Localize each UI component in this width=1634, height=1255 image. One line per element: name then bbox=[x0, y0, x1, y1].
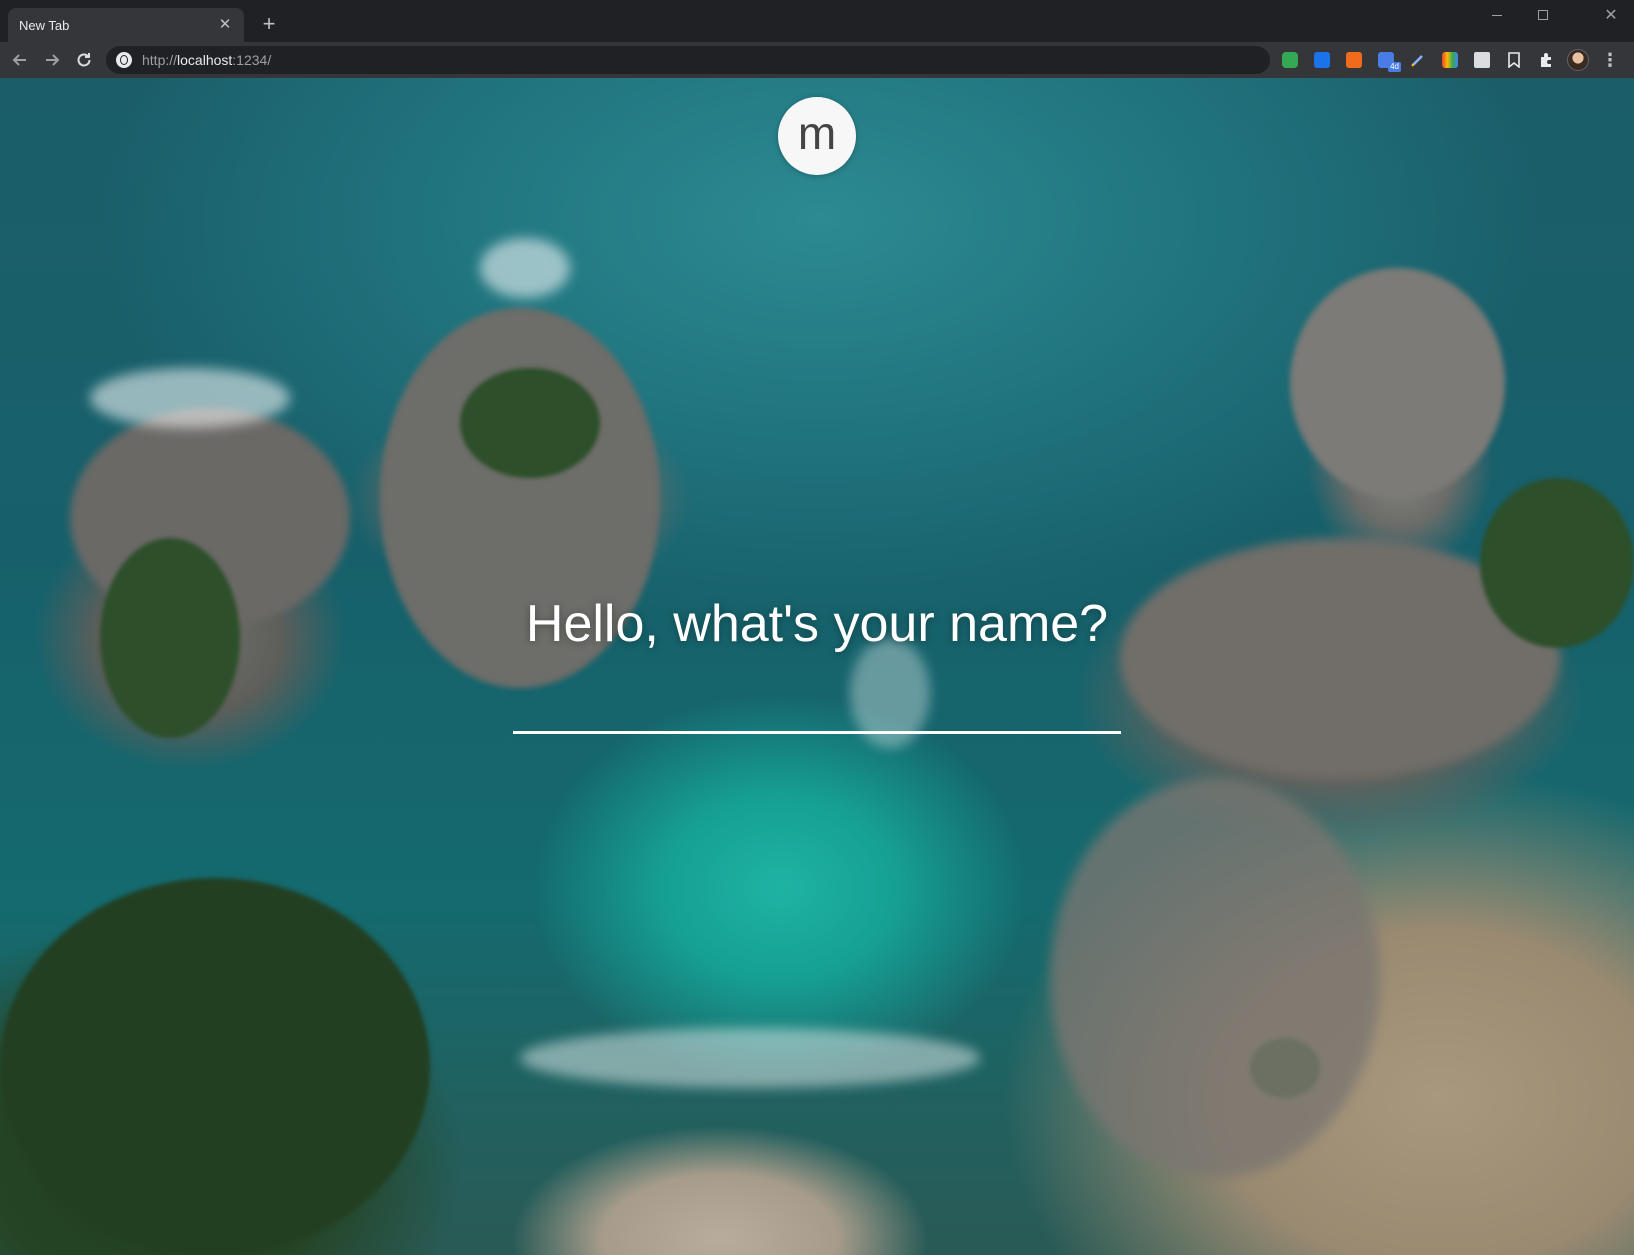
forest bbox=[0, 878, 430, 1255]
avatar bbox=[1567, 49, 1589, 71]
extensions-area: 4d ⋮ bbox=[1278, 47, 1622, 73]
boulder-beach bbox=[1050, 778, 1380, 1178]
sea-stack-rock bbox=[1290, 268, 1505, 498]
blue-window-extension-icon[interactable] bbox=[1310, 48, 1334, 72]
calendar-extension-icon[interactable]: 4d bbox=[1374, 48, 1401, 72]
tab-new-tab[interactable]: New Tab ✕ bbox=[8, 8, 244, 42]
foam bbox=[90, 368, 290, 428]
orange-grid-extension-icon[interactable] bbox=[1342, 48, 1366, 72]
new-tab-button[interactable]: + bbox=[256, 12, 282, 38]
name-input[interactable] bbox=[513, 678, 1121, 734]
shoreline-foam bbox=[520, 1028, 980, 1088]
cliff-shrub bbox=[460, 368, 600, 478]
browser-toolbar: http://localhost:1234/ 4d ⋮ bbox=[0, 42, 1634, 78]
bookmark-icon[interactable] bbox=[1502, 48, 1526, 72]
forward-arrow-icon bbox=[46, 54, 60, 66]
calendar-badge: 4d bbox=[1388, 62, 1401, 72]
back-arrow-icon bbox=[12, 54, 26, 66]
foam bbox=[480, 238, 570, 298]
extensions-puzzle-icon[interactable] bbox=[1534, 48, 1558, 72]
forward-button[interactable] bbox=[40, 48, 64, 72]
close-tab-icon[interactable]: ✕ bbox=[216, 16, 234, 34]
greeting-prompt: Hello, what's your name? bbox=[525, 595, 1109, 653]
app-logo: m bbox=[778, 97, 856, 175]
maximize-icon bbox=[1538, 10, 1548, 20]
url-text: http://localhost:1234/ bbox=[142, 52, 271, 68]
page-viewport: m Hello, what's your name? bbox=[0, 78, 1634, 1255]
more-vert-icon: ⋮ bbox=[1601, 50, 1619, 70]
green-extension-icon[interactable] bbox=[1278, 48, 1302, 72]
mail-extension-icon[interactable] bbox=[1470, 48, 1494, 72]
pen-extension-icon[interactable] bbox=[1406, 48, 1430, 72]
close-icon: ✕ bbox=[1604, 7, 1618, 24]
tab-title: New Tab bbox=[19, 17, 70, 33]
reload-icon bbox=[77, 53, 91, 67]
profile-avatar[interactable] bbox=[1566, 48, 1590, 72]
url-scheme: http:// bbox=[142, 52, 178, 68]
close-window-button[interactable]: ✕ bbox=[1588, 0, 1634, 30]
minimize-icon bbox=[1492, 14, 1502, 16]
maximize-window-button[interactable] bbox=[1520, 0, 1566, 30]
address-bar[interactable]: http://localhost:1234/ bbox=[106, 46, 1270, 74]
minimize-window-button[interactable] bbox=[1474, 0, 1520, 30]
url-port-path: :1234/ bbox=[232, 52, 272, 68]
tab-strip: New Tab ✕ + ✕ bbox=[0, 0, 1634, 42]
back-button[interactable] bbox=[8, 48, 32, 72]
logo-letter: m bbox=[797, 107, 837, 159]
reload-button[interactable] bbox=[72, 48, 96, 72]
browser-menu-button[interactable]: ⋮ bbox=[1598, 48, 1622, 72]
colorful-extension-icon[interactable] bbox=[1438, 48, 1462, 72]
site-info-icon[interactable] bbox=[116, 52, 132, 68]
url-host: localhost bbox=[177, 52, 233, 68]
